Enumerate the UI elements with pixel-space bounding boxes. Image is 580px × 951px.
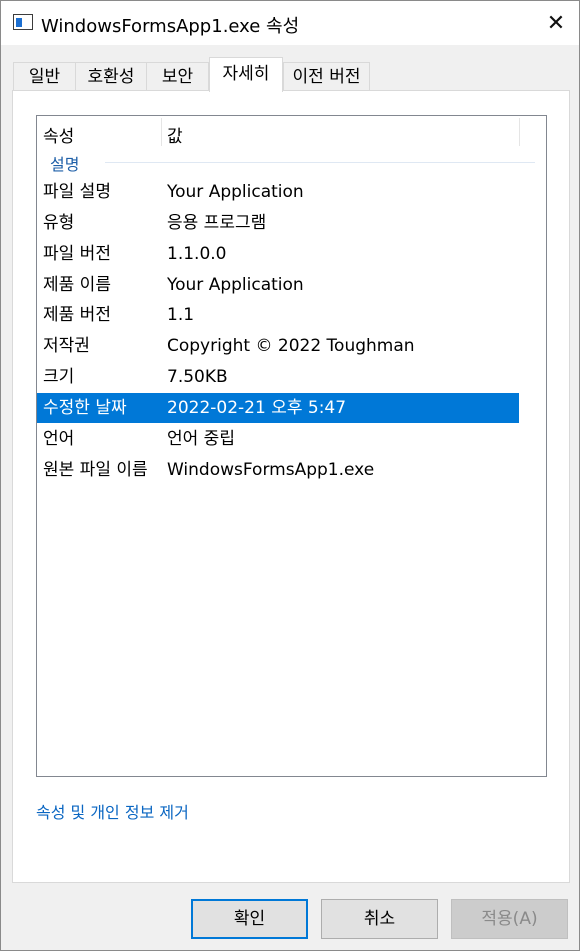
property-value: Copyright © 2022 Toughman xyxy=(167,336,415,356)
list-item[interactable]: 유형 응용 프로그램 xyxy=(37,208,519,238)
group-label: 설명 xyxy=(50,155,80,174)
tab-previous-versions[interactable]: 이전 버전 xyxy=(283,62,370,91)
property-value: Your Application xyxy=(167,182,304,202)
list-item[interactable]: 크기 7.50KB xyxy=(37,362,519,392)
properties-dialog: WindowsFormsApp1.exe 속성 ✕ 일반 호환성 보안 자세히 … xyxy=(0,0,580,951)
property-value: 1.1 xyxy=(167,305,195,325)
property-name: 원본 파일 이름 xyxy=(43,460,148,480)
details-list[interactable]: 속성 값 설명 파일 설명 Your Application 유형 응용 프로그… xyxy=(36,115,547,777)
window-title: WindowsFormsApp1.exe 속성 xyxy=(41,16,300,37)
app-window-icon xyxy=(13,14,33,30)
property-name: 수정한 날짜 xyxy=(43,398,127,418)
property-value: 1.1.0.0 xyxy=(167,244,227,264)
property-name: 파일 설명 xyxy=(43,182,111,202)
cancel-button[interactable]: 취소 xyxy=(321,899,438,939)
property-name: 저작권 xyxy=(43,336,90,356)
property-name: 제품 버전 xyxy=(43,305,111,325)
property-value: 언어 중립 xyxy=(167,429,235,449)
list-item[interactable]: 파일 설명 Your Application xyxy=(37,177,519,207)
property-name: 유형 xyxy=(43,213,75,233)
apply-button[interactable]: 적용(A) xyxy=(451,899,568,939)
property-value: 2022-02-21 오후 5:47 xyxy=(167,398,347,418)
title-bar: WindowsFormsApp1.exe 속성 ✕ xyxy=(1,1,579,45)
property-name: 제품 이름 xyxy=(43,275,111,295)
property-value: WindowsFormsApp1.exe xyxy=(167,460,375,480)
property-value: 7.50KB xyxy=(167,367,228,387)
ok-button[interactable]: 확인 xyxy=(191,899,308,939)
property-value: 응용 프로그램 xyxy=(167,213,267,233)
property-name: 크기 xyxy=(43,367,75,387)
list-item[interactable]: 제품 버전 1.1 xyxy=(37,300,519,330)
column-header-value[interactable]: 값 xyxy=(167,122,183,147)
column-divider[interactable] xyxy=(519,118,520,146)
property-value: Your Application xyxy=(167,275,304,295)
property-name: 언어 xyxy=(43,429,75,449)
tab-compatibility[interactable]: 호환성 xyxy=(75,62,147,91)
column-header-property[interactable]: 속성 xyxy=(43,122,74,147)
list-header: 속성 값 xyxy=(37,116,546,148)
remove-properties-link[interactable]: 속성 및 개인 정보 제거 xyxy=(36,799,189,823)
list-item[interactable]: 파일 버전 1.1.0.0 xyxy=(37,239,519,269)
column-divider[interactable] xyxy=(161,118,162,146)
close-button[interactable]: ✕ xyxy=(533,1,579,45)
list-item-selected[interactable]: 수정한 날짜 2022-02-21 오후 5:47 xyxy=(37,393,519,423)
tab-details[interactable]: 자세히 xyxy=(209,57,283,92)
tab-general[interactable]: 일반 xyxy=(13,62,76,91)
list-item[interactable]: 언어 언어 중립 xyxy=(37,424,519,454)
tab-security[interactable]: 보안 xyxy=(146,62,209,91)
list-item[interactable]: 원본 파일 이름 WindowsFormsApp1.exe xyxy=(37,455,519,485)
list-item[interactable]: 제품 이름 Your Application xyxy=(37,270,519,300)
group-header-description[interactable]: 설명 xyxy=(37,150,546,174)
property-name: 파일 버전 xyxy=(43,244,111,264)
details-panel: 속성 값 설명 파일 설명 Your Application 유형 응용 프로그… xyxy=(12,90,570,883)
group-divider xyxy=(105,162,535,163)
list-item[interactable]: 저작권 Copyright © 2022 Toughman xyxy=(37,331,519,361)
